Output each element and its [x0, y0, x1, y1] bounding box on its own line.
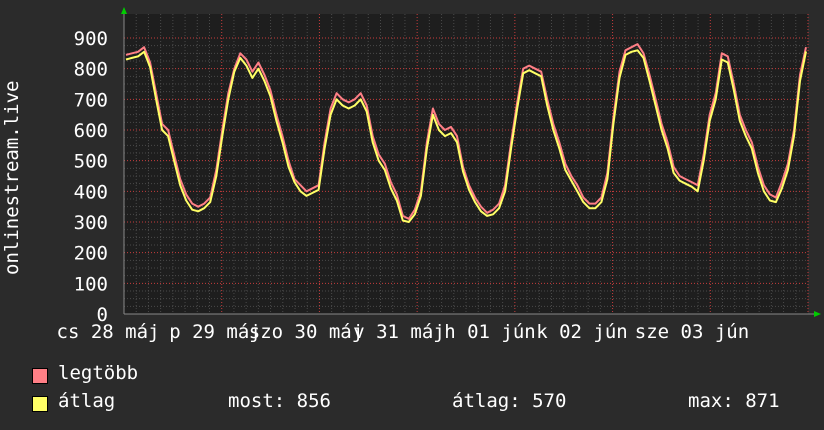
y-axis-ticks: 0100200300400500600700800900 [74, 28, 108, 326]
y-tick-label: 100 [74, 273, 108, 295]
y-tick-label: 600 [74, 120, 108, 142]
x-axis-arrow-icon [814, 311, 821, 317]
y-tick-label: 700 [74, 89, 108, 111]
y-axis-label: onlinestream.live [1, 81, 23, 275]
x-axis-ticks: cs 28 máj p 29 májszo 30 májv 31 máj h 01 … [57, 321, 750, 343]
x-tick-label: v 31 máj [353, 321, 445, 343]
x-tick-label: sze 03 jún [635, 321, 749, 343]
x-tick-label: k 02 jún [536, 321, 628, 343]
y-tick-label: 400 [74, 181, 108, 203]
y-tick-label: 300 [74, 212, 108, 234]
legend-swatch-max [32, 368, 48, 384]
x-tick-label: cs 28 máj [57, 321, 160, 343]
y-tick-label: 900 [74, 28, 108, 50]
y-axis-arrow-icon [121, 7, 127, 14]
legend-label-avg: átlag [58, 390, 116, 412]
x-tick-label: p 29 máj [169, 321, 261, 343]
x-tick-label: szo 30 máj [249, 321, 363, 343]
legend-swatch-avg [32, 396, 48, 412]
stat-avg: átlag: 570 [452, 390, 567, 412]
legend-label-max: legtöbb [58, 362, 139, 384]
y-tick-label: 800 [74, 59, 108, 81]
stat-max: max: 871 [688, 390, 780, 412]
stat-now: most: 856 [228, 390, 331, 412]
y-tick-label: 500 [74, 151, 108, 173]
x-tick-label: h 01 jún [444, 321, 536, 343]
y-tick-label: 200 [74, 243, 108, 265]
